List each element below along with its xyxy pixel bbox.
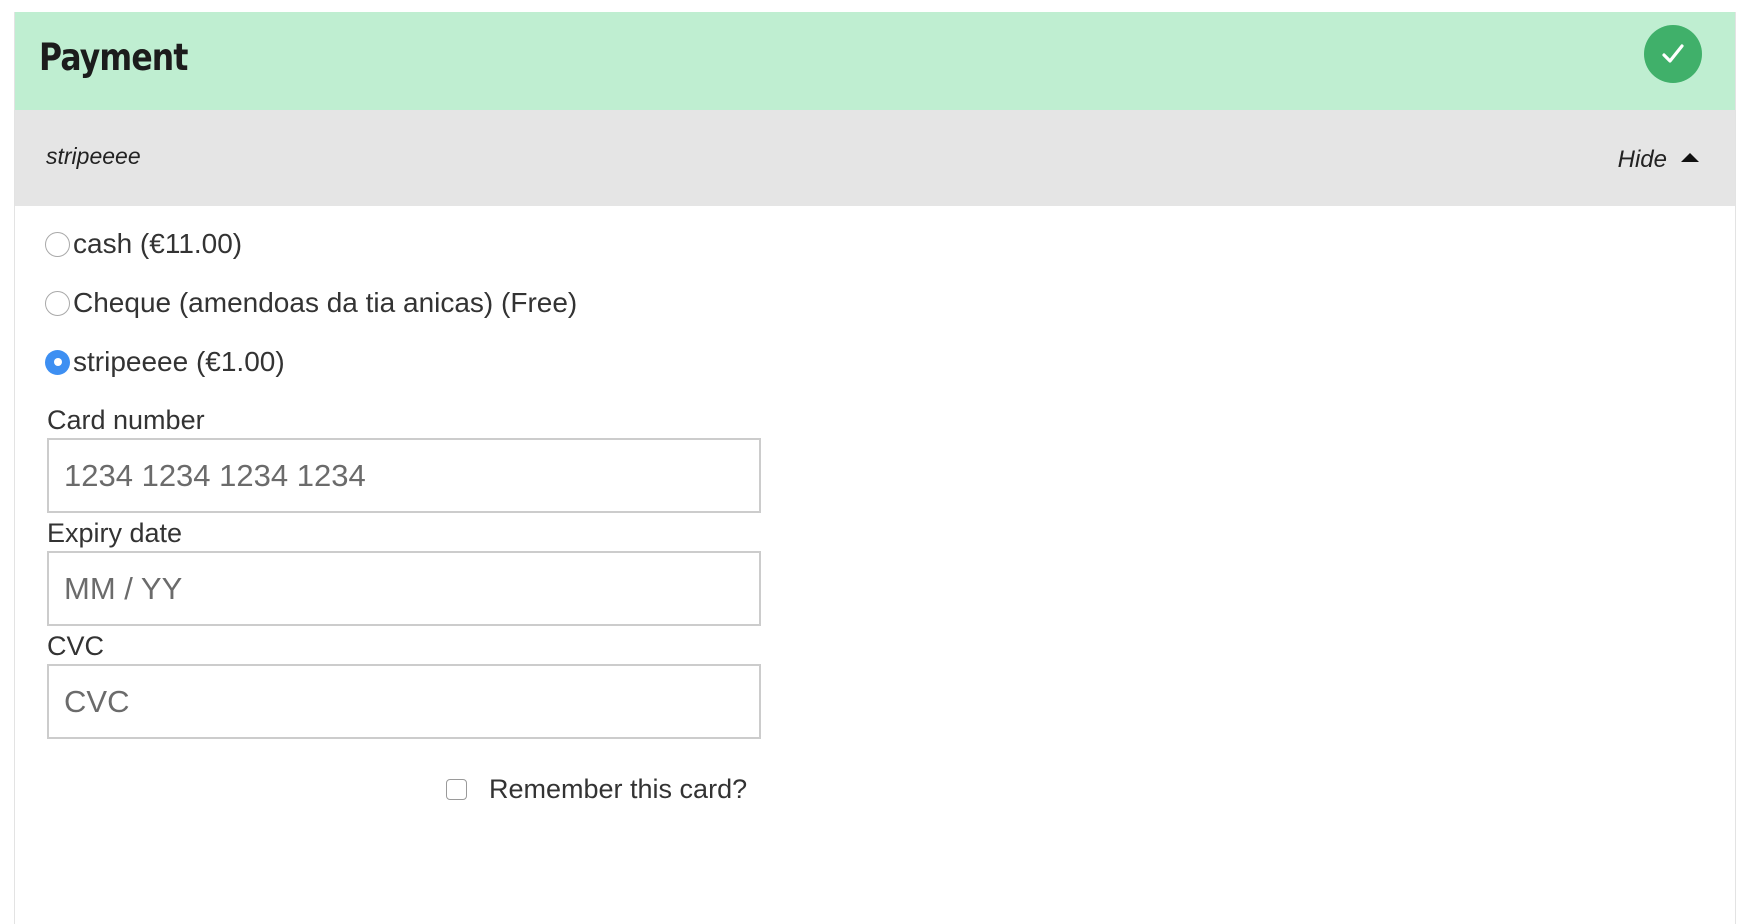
expiry-date-label: Expiry date — [47, 518, 183, 548]
payment-option-label: cash (€11.00) — [73, 228, 243, 259]
payment-summary-bar: stripeeee Hide — [15, 110, 1735, 206]
radio-cheque[interactable] — [45, 290, 70, 316]
remember-card-checkbox[interactable] — [446, 779, 467, 800]
payment-header: Payment — [15, 12, 1735, 110]
payment-option-label: stripeeee (€1.00) — [73, 346, 285, 377]
cvc-input[interactable] — [47, 664, 761, 739]
payment-option-label: Cheque (amendoas da tia anicas) (Free) — [73, 287, 578, 318]
radio-selected-dot — [53, 358, 62, 366]
remember-card-label: Remember this card? — [489, 774, 748, 804]
payment-option-stripe[interactable]: stripeeee (€1.00) — [45, 346, 285, 378]
selected-method-label: stripeeee — [46, 143, 141, 169]
card-number-input[interactable] — [47, 438, 761, 513]
payment-option-cheque[interactable]: Cheque (amendoas da tia anicas) (Free) — [45, 287, 577, 319]
caret-up-icon — [1681, 152, 1699, 162]
payment-option-cash[interactable]: cash (€11.00) — [45, 228, 242, 260]
expiry-date-input[interactable] — [47, 551, 761, 626]
radio-cash[interactable] — [45, 231, 70, 257]
check-circle-icon — [1644, 25, 1702, 83]
remember-card-option[interactable]: Remember this card? — [446, 774, 747, 805]
card-number-label: Card number — [47, 405, 205, 435]
cvc-label: CVC — [47, 631, 105, 661]
radio-stripe[interactable] — [45, 349, 70, 375]
page-title: Payment — [39, 36, 188, 79]
payment-panel: Payment stripeeee Hide cash (€11.00) Che… — [14, 12, 1736, 924]
hide-toggle-button[interactable]: Hide — [1618, 146, 1699, 174]
hide-toggle-label: Hide — [1617, 146, 1667, 173]
